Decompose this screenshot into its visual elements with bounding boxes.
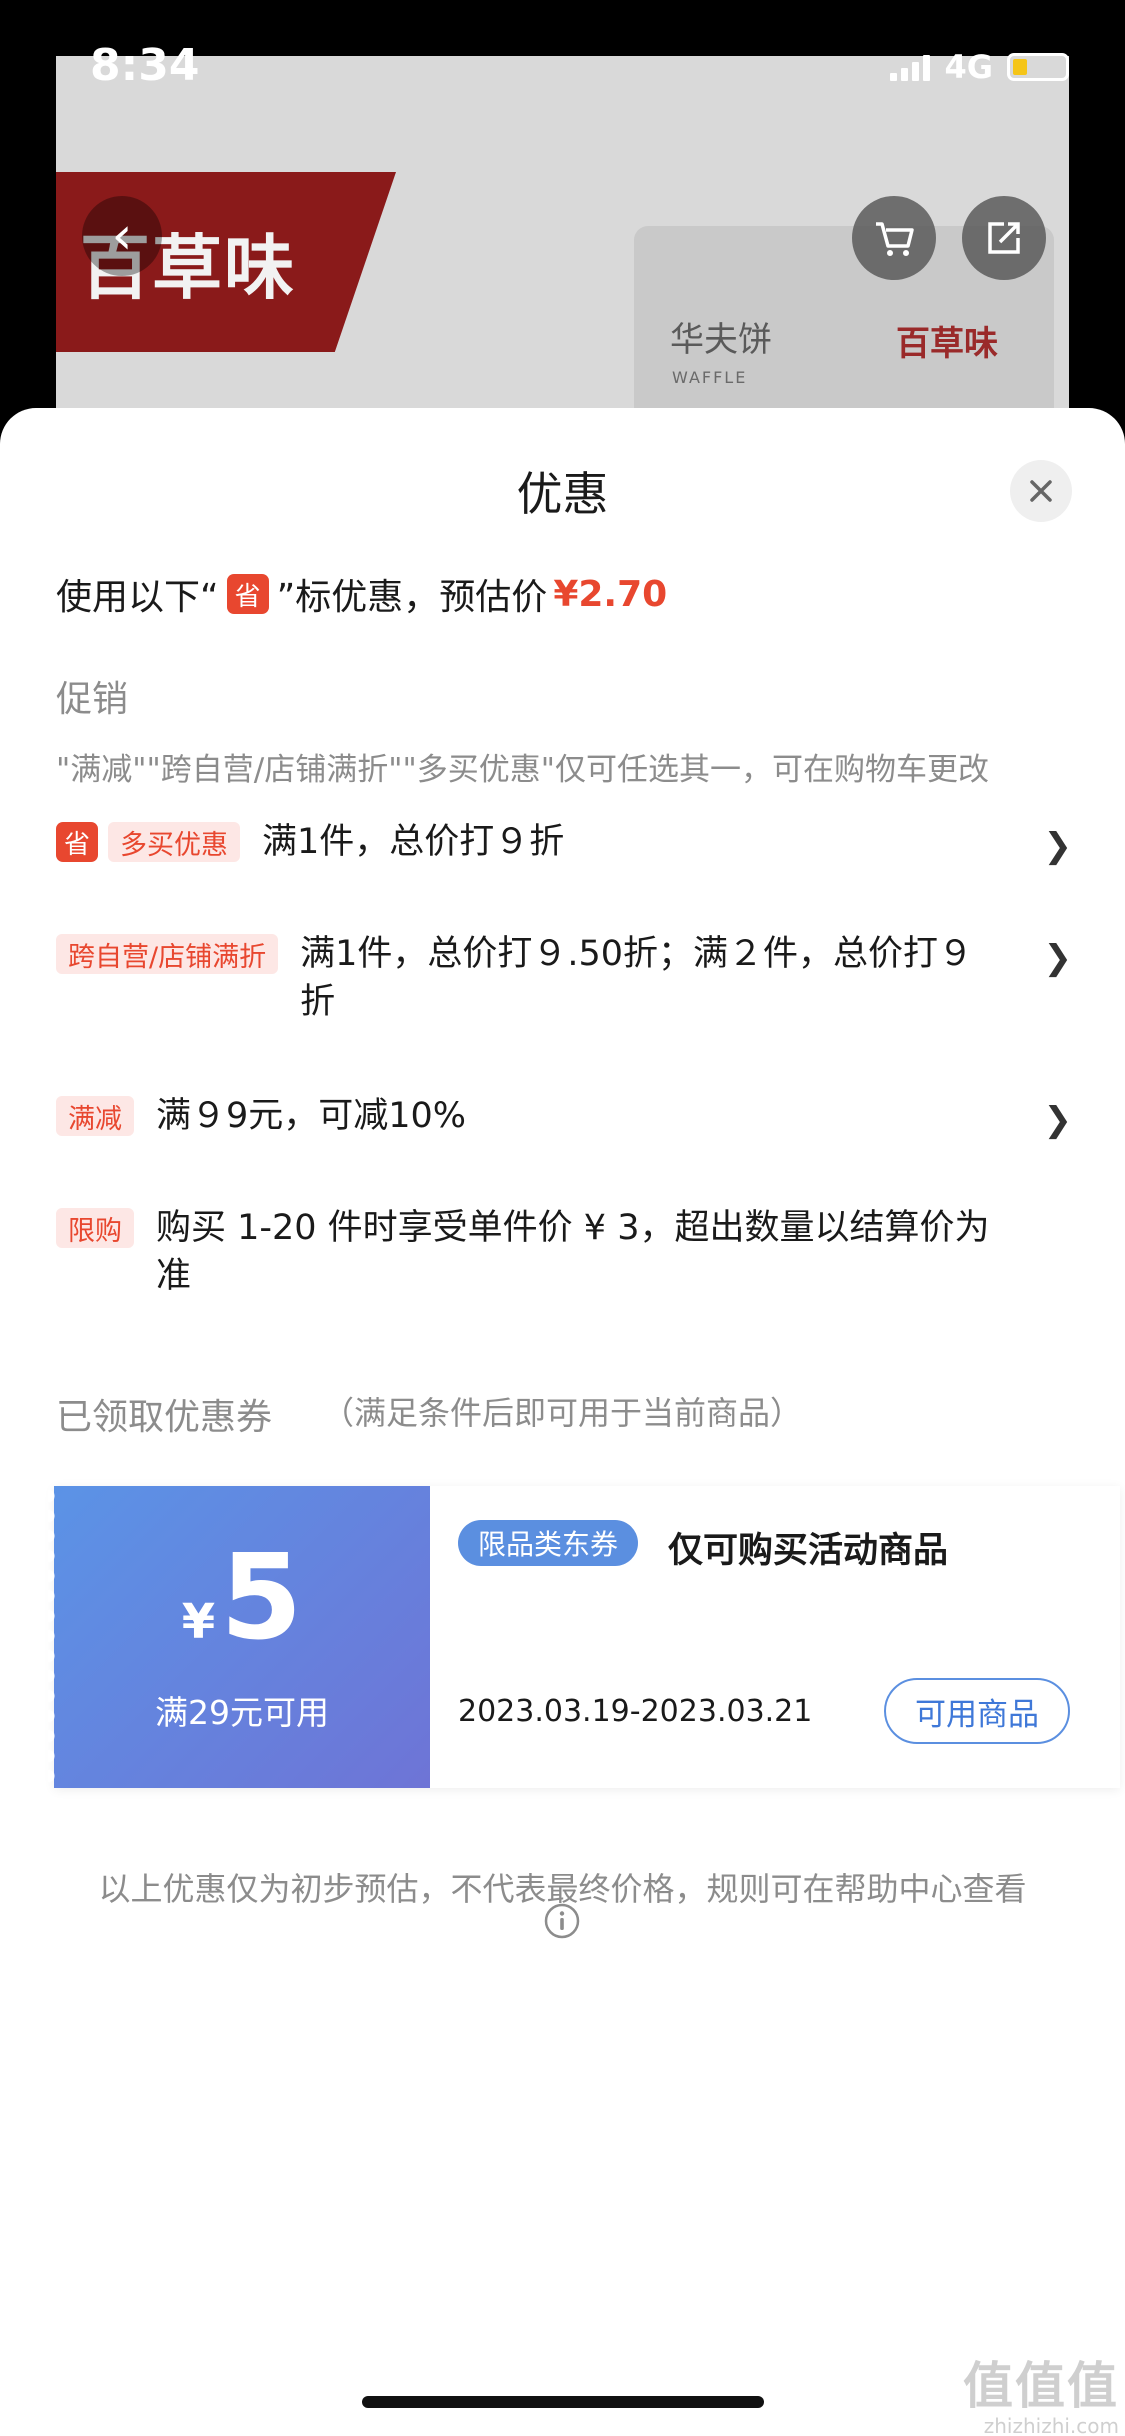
promo-row-multi-buy[interactable]: 省 多买优惠 满1件，总价打９折 ❯ xyxy=(56,822,1076,866)
coupon-section-note: （满足条件后即可用于当前商品） xyxy=(322,1394,803,1432)
battery-icon xyxy=(1007,53,1069,81)
coupon-value-panel: ¥ 5 满29元可用 xyxy=(48,1486,430,1788)
coupon-validity-dates: 2023.03.19-2023.03.21 xyxy=(458,1694,813,1729)
discount-sheet: 优惠 使用以下“ 省 ”标优惠，预估价 ¥2.70 促销 "满减""跨自营/店铺… xyxy=(0,408,1125,2436)
status-indicators: 4G xyxy=(890,48,1069,86)
share-icon xyxy=(988,222,1020,254)
status-time: 8:34 xyxy=(90,40,200,91)
coupon-description: 仅可购买活动商品 xyxy=(668,1531,949,1571)
promo-row-full-reduction[interactable]: 满减 满９9元，可减10% ❯ xyxy=(56,1096,1076,1140)
promo-text: 满1件，总价打９折 xyxy=(262,822,565,862)
cart-icon xyxy=(876,222,914,256)
product-subtitle: WAFFLE xyxy=(672,368,748,387)
coupon-currency: ¥ xyxy=(181,1594,216,1650)
coupon-condition: 满29元可用 xyxy=(155,1693,329,1732)
back-button[interactable]: ‹ xyxy=(82,196,162,276)
promo-text: 满1件，总价打９.50折；满２件，总价打９折 xyxy=(300,934,974,1022)
home-indicator[interactable] xyxy=(362,2396,764,2408)
promo-row-cross-store[interactable]: 跨自营/店铺满折 满1件，总价打９.50折；满２件，总价打９折 ❯ xyxy=(56,934,1076,1026)
cart-button[interactable] xyxy=(852,196,936,280)
back-arrow-icon: ‹ xyxy=(111,206,133,266)
price-summary: 使用以下“ 省 ”标优惠，预估价 ¥2.70 xyxy=(56,568,667,620)
summary-prefix: 使用以下“ xyxy=(56,577,219,618)
promo-tag: 限购 xyxy=(56,1208,134,1248)
watermark-url: zhizhizhi.com xyxy=(983,2414,1119,2436)
promo-section-heading: 促销 xyxy=(56,679,129,720)
estimated-price: ¥2.70 xyxy=(553,573,668,615)
promo-text: 满９9元，可减10% xyxy=(156,1096,467,1136)
close-icon xyxy=(1030,480,1052,502)
promo-note: "满减""跨自营/店铺满折""多买优惠"仅可任选其一，可在购物车更改 xyxy=(56,752,989,788)
promo-tag: 满减 xyxy=(56,1096,134,1136)
sheet-title: 优惠 xyxy=(516,467,609,521)
signal-icon xyxy=(890,53,931,81)
coupon-value: 5 xyxy=(220,1528,303,1666)
share-button[interactable] xyxy=(962,196,1046,280)
coupon-type-badge: 限品类东券 xyxy=(458,1520,639,1566)
close-button[interactable] xyxy=(1010,460,1072,522)
network-type: 4G xyxy=(944,48,993,86)
save-badge: 省 xyxy=(226,574,269,614)
screen: 百草味 ‹ 华夫饼 百草味 WAFFLE 8:34 4G 优惠 使用以下“ 省 … xyxy=(0,0,1125,2436)
chevron-right-icon: ❯ xyxy=(1043,1100,1073,1140)
promo-tag: 跨自营/店铺满折 xyxy=(56,934,279,974)
promo-tag: 多买优惠 xyxy=(108,822,240,862)
info-icon[interactable] xyxy=(543,1902,581,1940)
chevron-right-icon: ❯ xyxy=(1043,938,1073,978)
watermark-logo: 值值值 xyxy=(963,2357,1119,2415)
promo-row-purchase-limit: 限购 购买 1-20 件时享受单件价 ¥ 3，超出数量以结算价为准 xyxy=(56,1208,1076,1300)
product-title: 华夫饼 xyxy=(670,320,772,360)
coupon-section-heading: 已领取优惠券 xyxy=(56,1397,273,1438)
coupon-amount: ¥ 5 xyxy=(54,1538,430,1656)
product-brand: 百草味 xyxy=(896,324,998,364)
watermark: 值值值 zhizhizhi.com xyxy=(963,2346,1119,2436)
available-products-button[interactable]: 可用商品 xyxy=(884,1678,1070,1744)
coupon-card: ¥ 5 满29元可用 限品类东券 仅可购买活动商品 2023.03.19-202… xyxy=(48,1486,1120,1788)
promo-text: 购买 1-20 件时享受单件价 ¥ 3，超出数量以结算价为准 xyxy=(156,1208,990,1296)
save-badge: 省 xyxy=(56,822,98,862)
chevron-right-icon: ❯ xyxy=(1043,826,1073,866)
summary-suffix: ”标优惠，预估价 xyxy=(276,577,548,618)
